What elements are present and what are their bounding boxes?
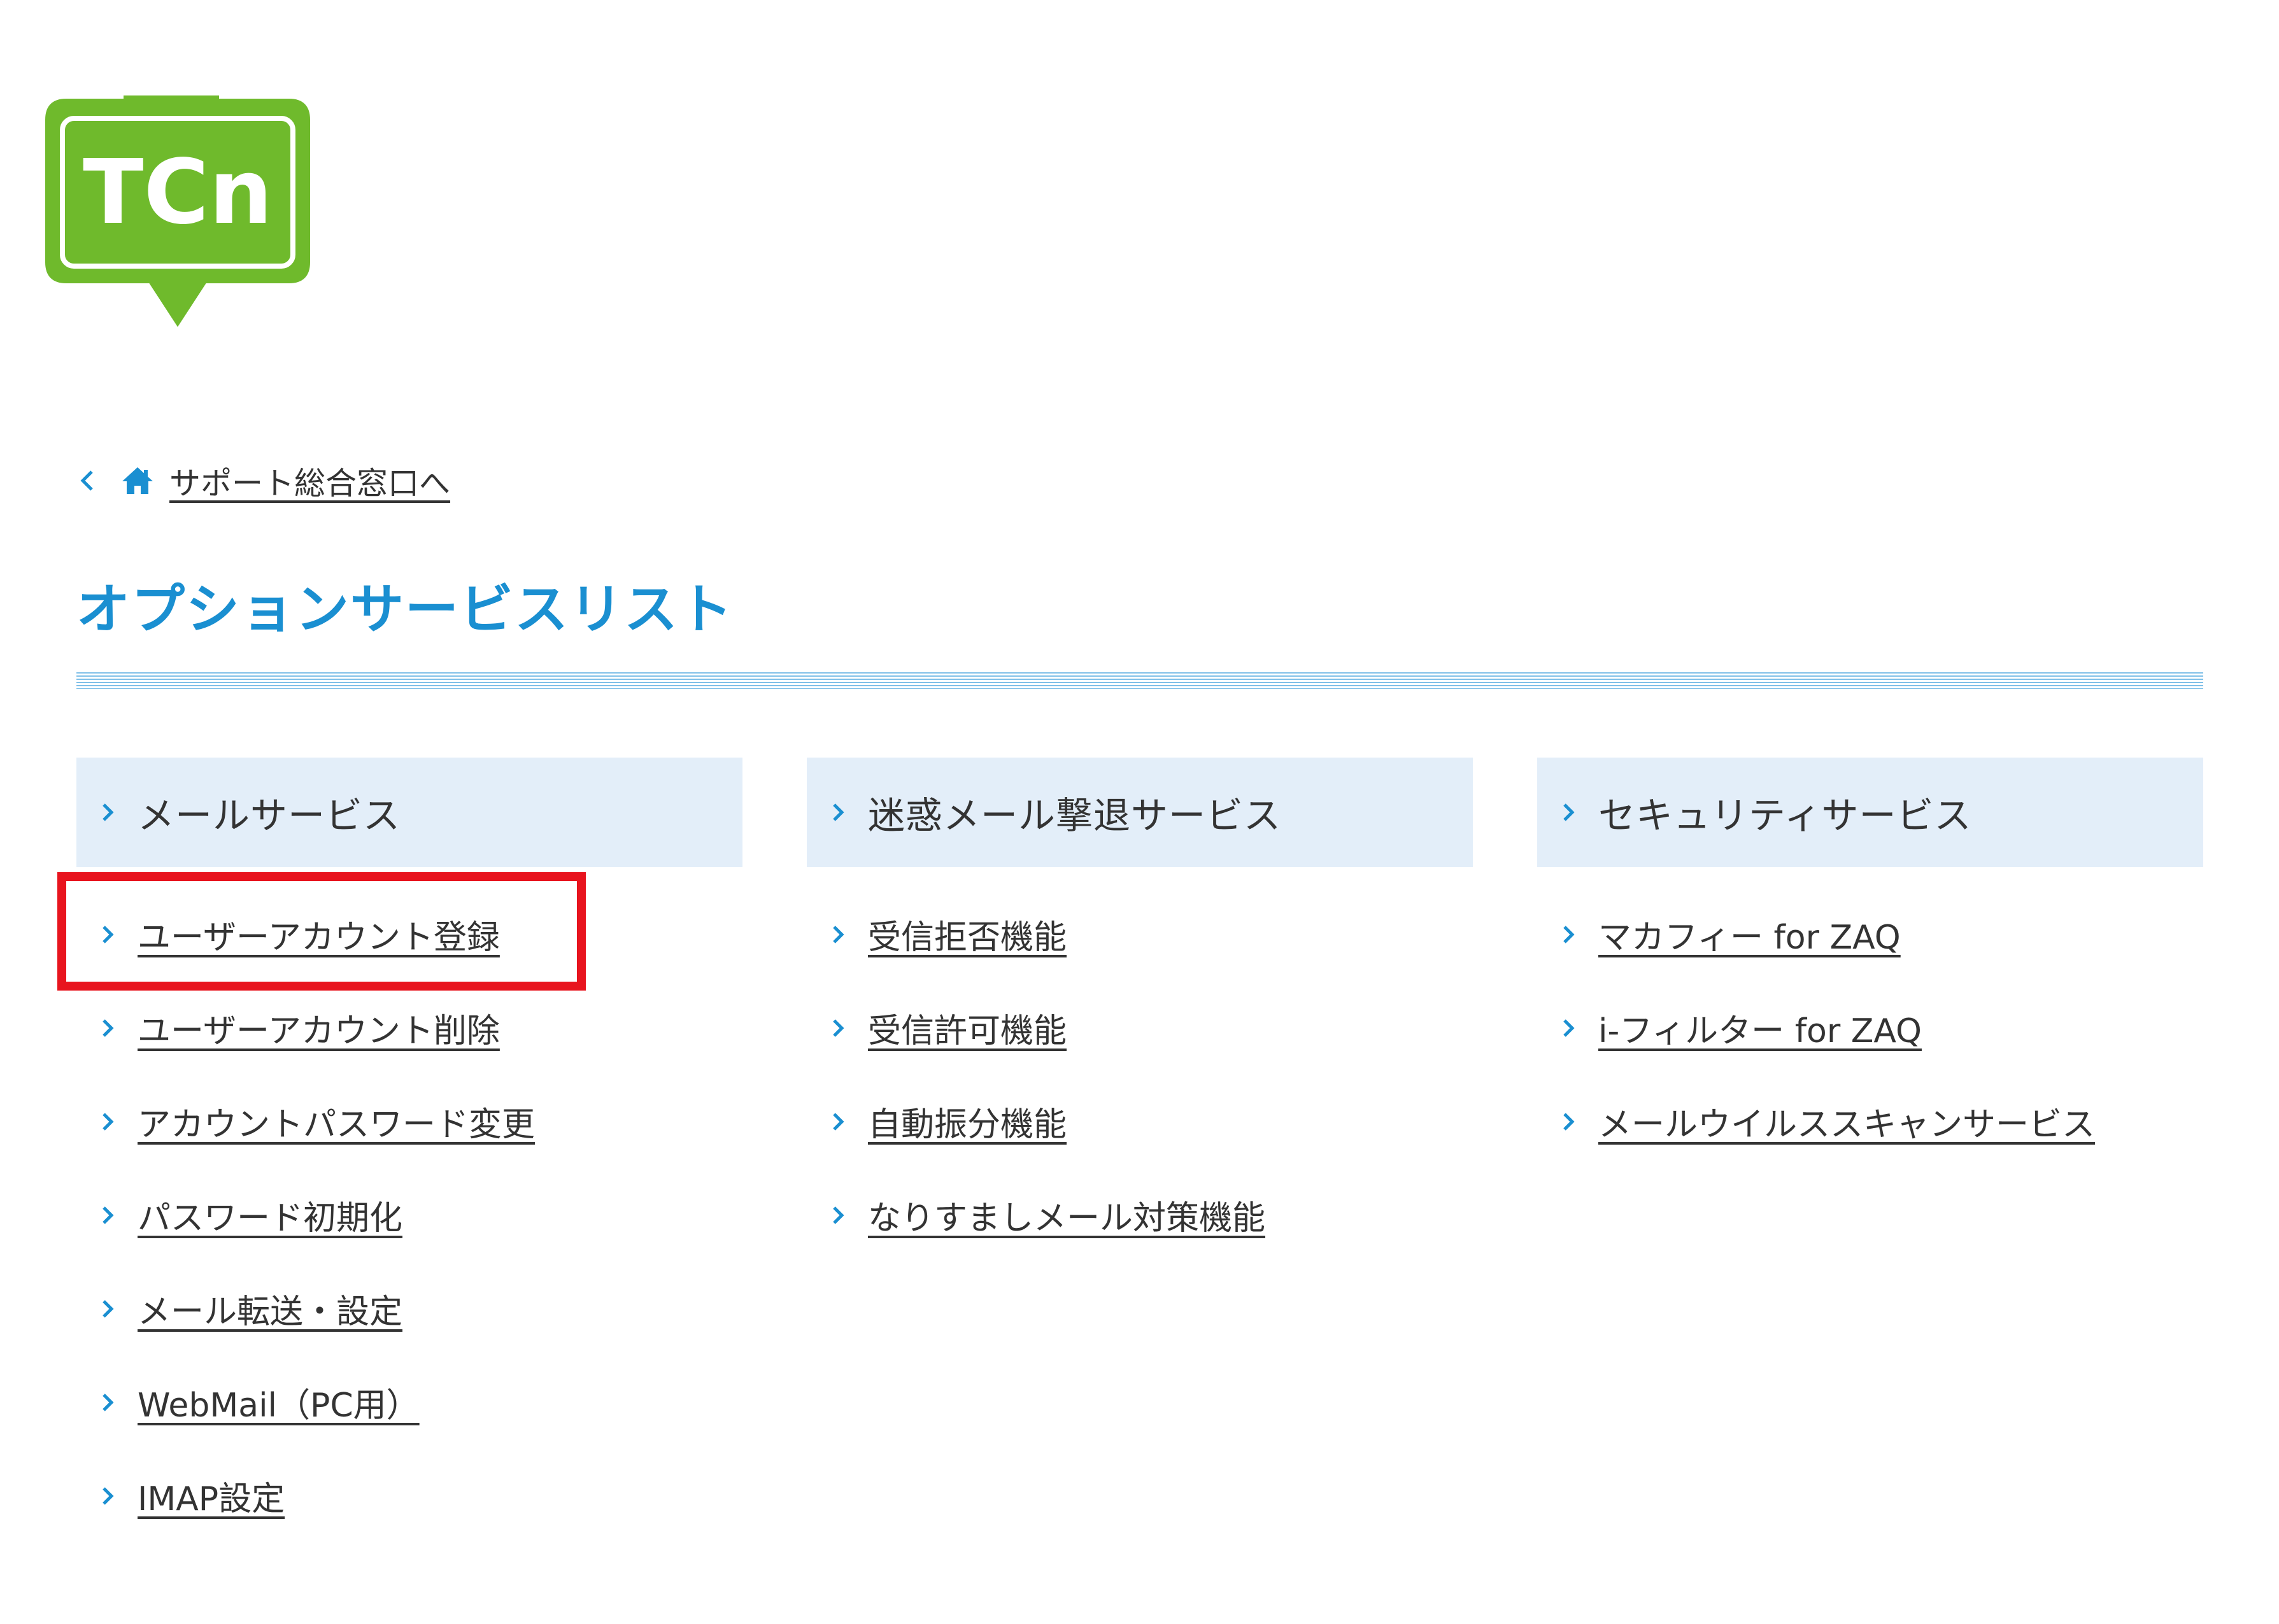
list-item: マカフィー for ZAQ xyxy=(1537,887,2203,981)
page-title: オプションサービスリスト xyxy=(76,578,734,640)
list-item: WebMail（PC用） xyxy=(76,1355,742,1449)
account-password-change-link[interactable]: アカウントパスワード変更 xyxy=(138,1098,535,1145)
password-reset-link[interactable]: パスワード初期化 xyxy=(138,1191,402,1239)
link-list: ユーザーアカウント登録 ユーザーアカウント削除 アカウントパスワード変更 パスワ… xyxy=(76,867,742,1543)
link-list: 受信拒否機能 受信許可機能 自動振分機能 なりすましメール対策機能 xyxy=(807,867,1473,1262)
chevron-right-icon xyxy=(1559,1013,1582,1043)
support-top-link[interactable]: サポート総合窓口へ xyxy=(169,458,450,504)
chevron-right-icon xyxy=(98,796,121,829)
mail-forwarding-link[interactable]: メール転送・設定 xyxy=(138,1285,402,1332)
column-security-service: セキュリティサービス マカフィー for ZAQ i-フィルター for ZAQ… xyxy=(1537,758,2203,1168)
list-item: ユーザーアカウント登録 xyxy=(76,887,742,981)
tcn-logo[interactable]: TCn xyxy=(41,95,315,331)
column-header-label: メールサービス xyxy=(138,794,401,837)
spoofing-protection-link[interactable]: なりすましメール対策機能 xyxy=(868,1191,1265,1239)
list-item: i-フィルター for ZAQ xyxy=(1537,981,2203,1075)
chevron-right-icon xyxy=(1559,796,1582,829)
imap-settings-link[interactable]: IMAP設定 xyxy=(138,1472,285,1520)
chevron-right-icon xyxy=(98,919,121,950)
column-mail-service: メールサービス ユーザーアカウント登録 ユーザーアカウント削除 アカウントパスワ… xyxy=(76,758,742,1543)
mail-virus-scan-link[interactable]: メールウイルススキャンサービス xyxy=(1598,1098,2095,1145)
user-account-register-link[interactable]: ユーザーアカウント登録 xyxy=(138,910,500,958)
list-item: アカウントパスワード変更 xyxy=(76,1075,742,1168)
list-item: メールウイルススキャンサービス xyxy=(1537,1075,2203,1168)
column-header-label: 迷惑メール撃退サービス xyxy=(868,794,1282,837)
list-item: ユーザーアカウント削除 xyxy=(76,981,742,1075)
chevron-right-icon xyxy=(1559,919,1582,950)
column-header-label: セキュリティサービス xyxy=(1598,794,1972,837)
chevron-right-icon xyxy=(828,796,851,829)
chevron-right-icon xyxy=(828,1200,851,1231)
i-filter-link[interactable]: i-フィルター for ZAQ xyxy=(1598,1004,1922,1052)
chevron-right-icon xyxy=(98,1013,121,1043)
column-header: セキュリティサービス xyxy=(1537,758,2203,867)
title-divider xyxy=(76,672,2203,689)
column-spam-service: 迷惑メール撃退サービス 受信拒否機能 受信許可機能 自動振分機能 なりすましメー… xyxy=(807,758,1473,1262)
chevron-left-icon[interactable] xyxy=(75,465,106,496)
webmail-link[interactable]: WebMail（PC用） xyxy=(138,1378,420,1426)
chevron-right-icon xyxy=(98,1387,121,1418)
list-item: なりすましメール対策機能 xyxy=(807,1168,1473,1262)
column-header: メールサービス xyxy=(76,758,742,867)
chevron-right-icon xyxy=(828,1106,851,1137)
logo-text: TCn xyxy=(83,141,273,244)
list-item: IMAP設定 xyxy=(76,1449,742,1543)
list-item: 受信許可機能 xyxy=(807,981,1473,1075)
chevron-right-icon xyxy=(98,1481,121,1511)
reject-receiving-link[interactable]: 受信拒否機能 xyxy=(868,910,1067,958)
chevron-right-icon xyxy=(98,1294,121,1324)
allow-receiving-link[interactable]: 受信許可機能 xyxy=(868,1004,1067,1052)
chevron-right-icon xyxy=(828,1013,851,1043)
chevron-right-icon xyxy=(98,1200,121,1231)
list-item: パスワード初期化 xyxy=(76,1168,742,1262)
list-item: メール転送・設定 xyxy=(76,1262,742,1355)
link-list: マカフィー for ZAQ i-フィルター for ZAQ メールウイルススキャ… xyxy=(1537,867,2203,1168)
chevron-right-icon xyxy=(1559,1106,1582,1137)
mcafee-link[interactable]: マカフィー for ZAQ xyxy=(1598,910,1901,958)
list-item: 自動振分機能 xyxy=(807,1075,1473,1168)
auto-sort-link[interactable]: 自動振分機能 xyxy=(868,1098,1067,1145)
user-account-delete-link[interactable]: ユーザーアカウント削除 xyxy=(138,1004,500,1052)
column-header: 迷惑メール撃退サービス xyxy=(807,758,1473,867)
chevron-right-icon xyxy=(828,919,851,950)
home-icon xyxy=(120,465,155,497)
list-item: 受信拒否機能 xyxy=(807,887,1473,981)
chevron-right-icon xyxy=(98,1106,121,1137)
breadcrumb: サポート総合窓口へ xyxy=(75,458,450,503)
